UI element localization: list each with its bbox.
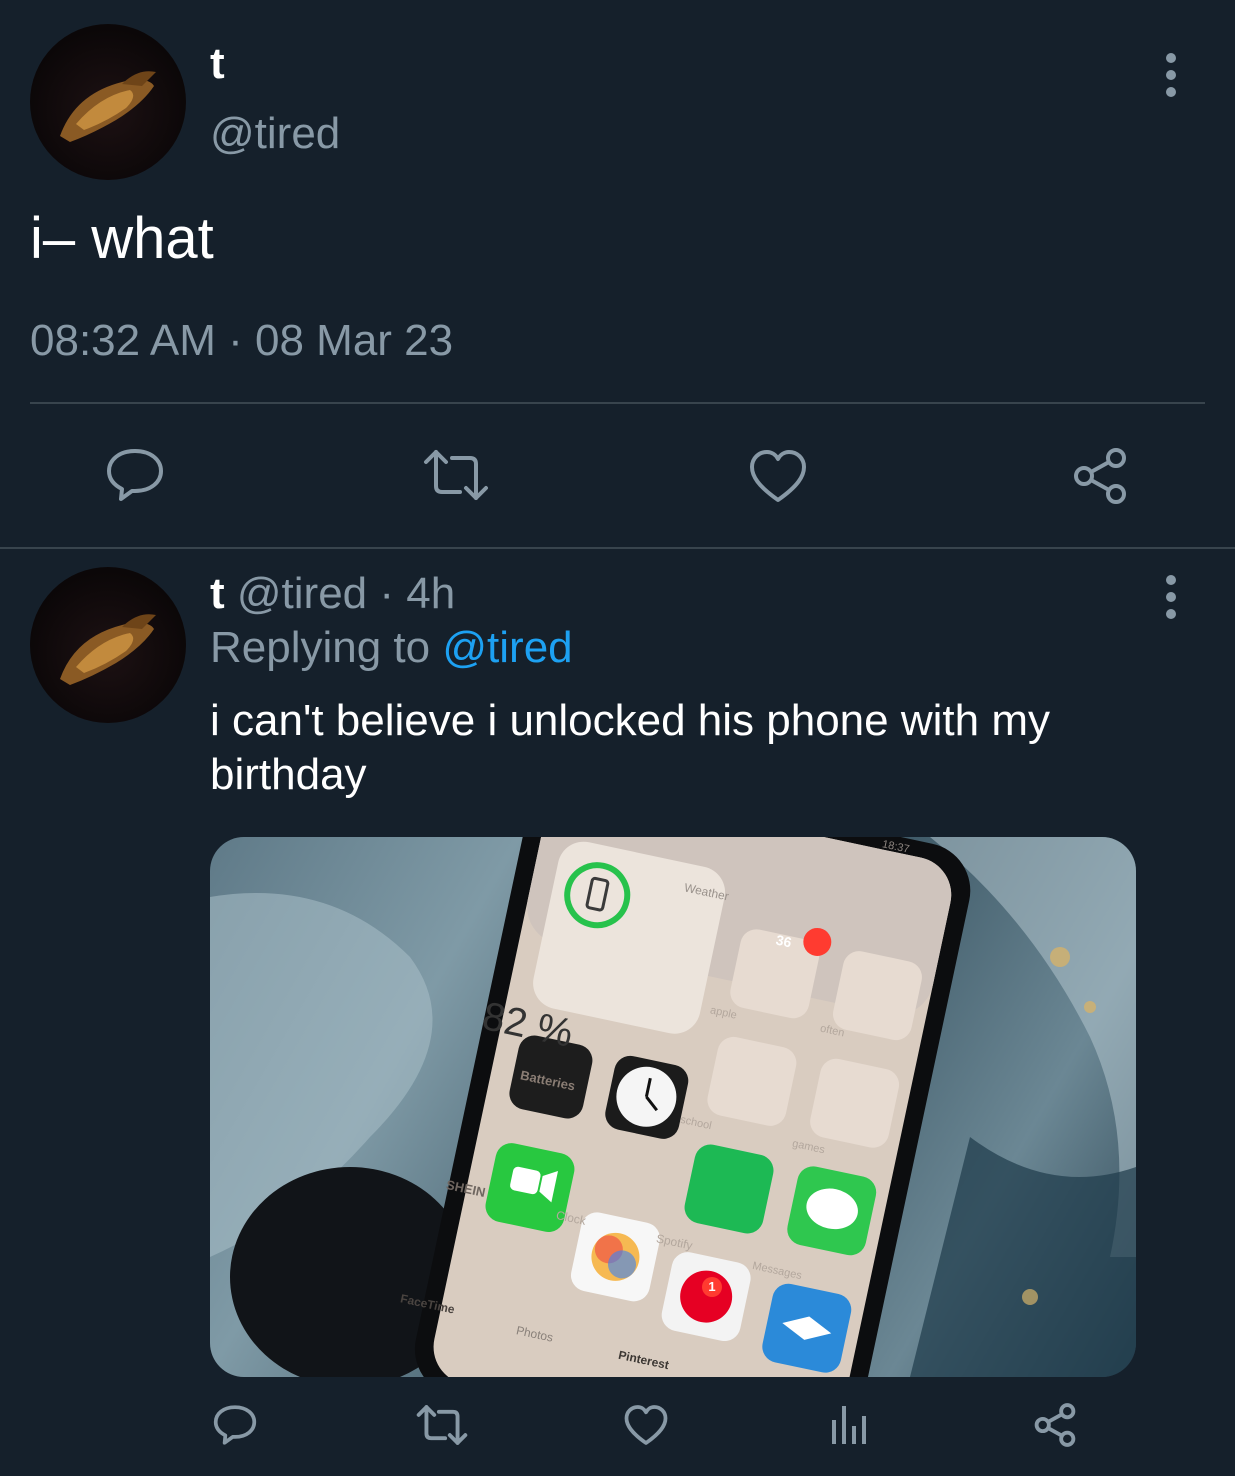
more-icon[interactable]: [1161, 575, 1181, 619]
like-icon[interactable]: [748, 448, 808, 504]
comment-icon[interactable]: [212, 1402, 258, 1448]
tweet-timestamp: 08:32 AM · 08 Mar 23: [30, 316, 454, 365]
author-handle[interactable]: @tired: [210, 108, 340, 160]
pinterest-badge: 1: [702, 1277, 722, 1297]
replying-to-label: Replying to: [210, 623, 431, 672]
avatar-image: [60, 614, 156, 685]
retweet-icon[interactable]: [420, 448, 492, 502]
author-handle[interactable]: @tired: [237, 569, 367, 618]
share-icon[interactable]: [1070, 446, 1130, 506]
phone-photo: [210, 837, 1136, 1377]
folder-badge: 36: [774, 931, 794, 951]
like-icon[interactable]: [623, 1404, 669, 1446]
tweet-text: i– what: [30, 206, 214, 271]
reply-header: t @tired · 4h: [210, 568, 455, 620]
more-icon[interactable]: [1161, 53, 1181, 97]
comment-icon[interactable]: [104, 446, 166, 504]
reply-time[interactable]: · 4h: [379, 569, 455, 618]
analytics-icon[interactable]: [830, 1404, 870, 1446]
replying-to-handle[interactable]: @tired: [442, 623, 572, 672]
retweet-icon[interactable]: [414, 1404, 470, 1446]
replying-to: Replying to @tired: [210, 622, 573, 674]
divider: [0, 547, 1235, 549]
tweet-media[interactable]: 82 % Batteries Weather 18:37 36 apple of…: [210, 837, 1136, 1377]
author-name[interactable]: t: [210, 38, 225, 90]
avatar[interactable]: [30, 567, 186, 723]
divider: [30, 402, 1205, 404]
avatar[interactable]: [30, 24, 186, 180]
reply-text: i can't believe i unlocked his phone wit…: [210, 696, 1050, 799]
author-name[interactable]: t: [210, 569, 225, 618]
share-icon[interactable]: [1032, 1402, 1078, 1448]
avatar-image: [60, 71, 156, 142]
